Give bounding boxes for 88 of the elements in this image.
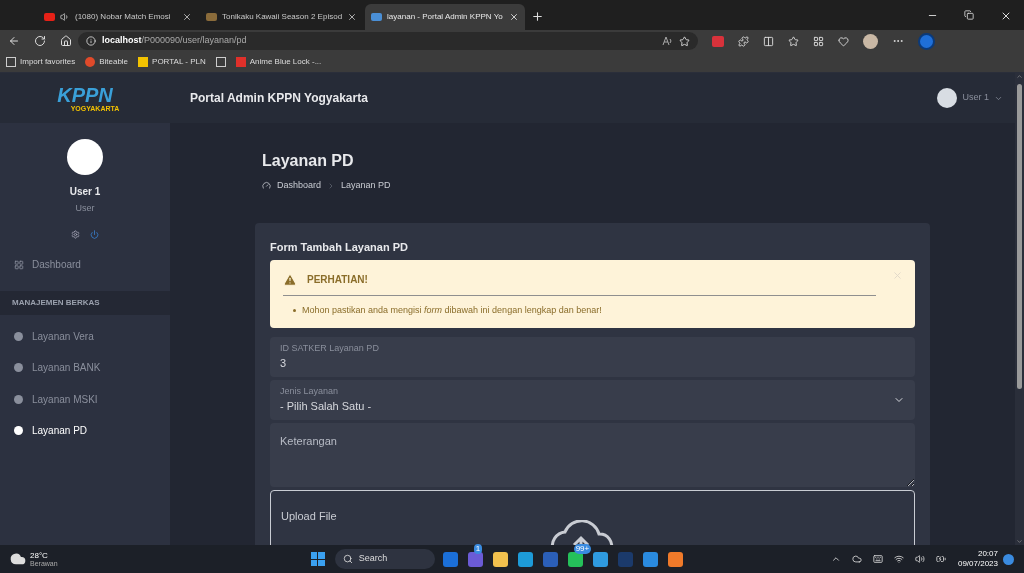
notification-icon[interactable] bbox=[1003, 553, 1014, 565]
settings-icon[interactable] bbox=[71, 229, 80, 239]
breadcrumb-link[interactable]: Dashboard bbox=[277, 179, 322, 193]
tab-favicon-icon bbox=[206, 13, 217, 21]
address-field[interactable]: localhost/P000090/user/layanan/pd bbox=[78, 32, 698, 50]
notification-badge: 99+ bbox=[573, 543, 592, 554]
close-tab-icon[interactable] bbox=[509, 12, 520, 22]
taskbar-app-icon[interactable] bbox=[642, 551, 658, 567]
profile-avatar[interactable] bbox=[863, 33, 878, 49]
search-icon bbox=[342, 554, 353, 564]
tab-favicon-icon bbox=[44, 13, 55, 21]
bullet-icon bbox=[293, 309, 296, 313]
textarea-field[interactable]: Keterangan bbox=[270, 422, 915, 487]
bookmark-item[interactable]: Import favorites bbox=[6, 56, 76, 68]
favorite-star-icon[interactable] bbox=[679, 35, 690, 47]
restore-icon[interactable] bbox=[964, 10, 974, 20]
close-icon[interactable] bbox=[1000, 10, 1012, 22]
favorites-icon[interactable] bbox=[788, 35, 799, 47]
bookmark-icon bbox=[85, 57, 96, 67]
bookmark-item[interactable]: Anime Blue Lock -... bbox=[235, 56, 322, 68]
upload-dropzone[interactable]: Upload File bbox=[270, 489, 915, 545]
back-icon[interactable] bbox=[8, 35, 20, 47]
bookmark-icon bbox=[235, 57, 246, 67]
clock-date[interactable]: 09/07/2023 bbox=[957, 559, 998, 569]
close-tab-icon[interactable] bbox=[347, 12, 358, 22]
sidebar-item[interactable]: Layanan BANK bbox=[0, 352, 170, 384]
new-tab-icon[interactable] bbox=[531, 10, 545, 23]
sidebar-item[interactable]: Layanan Vera bbox=[0, 320, 170, 352]
taskbar-app-icon[interactable] bbox=[667, 551, 683, 567]
alert-message: Mohon pastikan anda mengisi form dibawah ini dengan lengkap dan benar! bbox=[302, 304, 602, 317]
wifi-icon[interactable] bbox=[893, 554, 904, 564]
bookmark-icon bbox=[6, 57, 16, 67]
sidebar-item[interactable]: Dashboard bbox=[0, 248, 170, 281]
bookmark-icon bbox=[138, 57, 149, 67]
sidebar-item[interactable]: Layanan PD bbox=[0, 415, 170, 447]
bookmark-item[interactable]: PORTAL - PLN bbox=[138, 56, 206, 68]
puzzle-icon[interactable] bbox=[738, 35, 749, 47]
weather-cloud-icon[interactable] bbox=[10, 551, 26, 567]
speaker-icon bbox=[60, 12, 70, 22]
clock-time[interactable]: 20:07 bbox=[977, 549, 998, 559]
dashboard-icon bbox=[14, 259, 24, 270]
app-title: Portal Admin KPPN Yogyakarta bbox=[190, 90, 368, 107]
page-title: Layanan PD bbox=[262, 151, 355, 171]
taskbar-app-icon[interactable] bbox=[467, 551, 483, 567]
taskbar-app-icon[interactable] bbox=[492, 551, 508, 567]
user-avatar bbox=[937, 88, 958, 108]
split-screen-icon[interactable] bbox=[763, 35, 774, 47]
bookmark-item[interactable]: Biteable bbox=[85, 56, 129, 68]
sidebar-section-heading: MANAJEMEN BERKAS bbox=[0, 290, 170, 315]
user-avatar bbox=[67, 139, 103, 175]
user-name: User 1 bbox=[69, 185, 101, 199]
text-field[interactable]: ID SATKER Layanan PD 3 bbox=[270, 336, 915, 377]
weather-temperature[interactable]: 28°C bbox=[30, 551, 58, 560]
form-title: Form Tambah Layanan PD bbox=[270, 239, 409, 255]
collections-icon[interactable] bbox=[813, 35, 824, 47]
select-field[interactable]: Jenis Layanan - Pilih Salah Satu - bbox=[270, 379, 915, 420]
battery-icon[interactable] bbox=[935, 554, 946, 564]
url-text: localhost/P000090/user/layanan/pd bbox=[102, 34, 248, 48]
sidebar-item[interactable]: Layanan MSKI bbox=[0, 383, 170, 415]
speaker-icon[interactable] bbox=[914, 554, 925, 564]
user-role: User bbox=[75, 202, 95, 215]
browser-tab[interactable]: layanan - Portal Admin KPPN Yo bbox=[365, 4, 526, 30]
bookmark-item[interactable] bbox=[215, 57, 226, 67]
alert-title: PERHATIAN! bbox=[307, 273, 368, 287]
keyboard-icon[interactable] bbox=[872, 554, 883, 564]
upload-label: Upload File bbox=[281, 508, 337, 524]
health-icon[interactable] bbox=[838, 35, 849, 47]
user-menu[interactable]: User 1 bbox=[937, 88, 1003, 108]
info-icon bbox=[86, 36, 96, 46]
bookmark-icon bbox=[215, 57, 226, 67]
taskbar-app-icon[interactable] bbox=[517, 551, 533, 567]
browser-tab[interactable]: Tonikaku Kawaii Season 2 Episod bbox=[200, 4, 364, 30]
taskbar-app-icon[interactable] bbox=[567, 551, 583, 567]
windows-start-icon[interactable] bbox=[310, 552, 325, 566]
tab-favicon-icon bbox=[371, 13, 383, 21]
close-tab-icon[interactable] bbox=[182, 12, 192, 22]
home-icon[interactable] bbox=[60, 35, 72, 47]
read-aloud-icon[interactable] bbox=[662, 36, 673, 46]
browser-tab[interactable]: (1080) Nobar Match Emosi bbox=[38, 4, 198, 30]
search-field[interactable]: Search bbox=[334, 549, 435, 569]
dashboard-icon bbox=[262, 181, 271, 191]
cloud-icon[interactable] bbox=[851, 554, 862, 564]
chevron-up-icon[interactable] bbox=[830, 554, 841, 564]
taskbar-app-icon[interactable] bbox=[592, 551, 608, 567]
power-icon[interactable] bbox=[90, 229, 99, 239]
warning-icon bbox=[283, 272, 297, 287]
notification-badge: 1 bbox=[473, 543, 483, 554]
reload-icon[interactable] bbox=[34, 35, 46, 47]
